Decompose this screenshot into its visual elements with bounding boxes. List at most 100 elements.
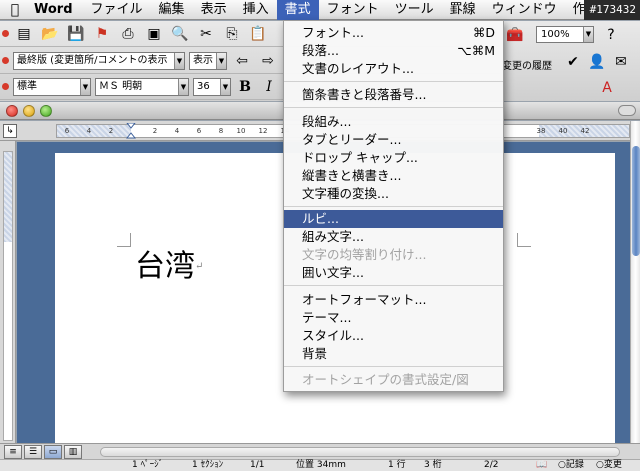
menu-window[interactable]: ウィンドウ bbox=[484, 0, 565, 20]
menu-item-style[interactable]: スタイル... bbox=[284, 327, 503, 345]
menu-item-paragraph[interactable]: 段落... ⌥⌘M bbox=[284, 42, 503, 60]
menu-item-ruby[interactable]: ルビ... bbox=[284, 210, 503, 228]
toolbar-right-section: 🧰 100% ▼ ? 変更の履歴 ✔ 👤 ✉ A bbox=[500, 21, 640, 101]
menu-item-font[interactable]: フォント... ⌘D bbox=[284, 24, 503, 42]
cut-icon[interactable]: ✂ bbox=[194, 23, 218, 45]
menu-item-combine-characters[interactable]: 組み文字... bbox=[284, 228, 503, 246]
track-changes-history-label[interactable]: 変更の履歴 bbox=[502, 57, 552, 72]
copy-icon[interactable]: ⎘ bbox=[220, 23, 244, 45]
chevron-down-icon: ▼ bbox=[80, 78, 90, 95]
help-icon[interactable]: ? bbox=[599, 24, 623, 46]
toolbar-grip[interactable] bbox=[1, 23, 9, 45]
font-combo[interactable]: ＭＳ 明朝 ▼ bbox=[95, 77, 189, 96]
menu-item-autoformat[interactable]: オートフォーマット... bbox=[284, 291, 503, 309]
bold-button[interactable]: B bbox=[234, 77, 256, 97]
menu-item-document-layout[interactable]: 文書のレイアウト... bbox=[284, 60, 503, 78]
menu-item-text-direction[interactable]: 縦書きと横書き... bbox=[284, 167, 503, 185]
spellcheck-book-icon[interactable]: 📖 bbox=[536, 460, 547, 471]
menu-item-label: フォント... bbox=[302, 25, 364, 40]
ruler-label: 8 bbox=[218, 127, 224, 135]
save-icon[interactable]: 💾 bbox=[64, 23, 88, 45]
menu-item-distribute-text: 文字の均等割り付け... bbox=[302, 247, 427, 262]
menu-item-tabs-leaders[interactable]: タブとリーダー... bbox=[284, 131, 503, 149]
toolbar-grip[interactable] bbox=[1, 50, 9, 72]
tab-selector-icon[interactable]: ↳ bbox=[3, 124, 17, 138]
toolbox-icon[interactable]: 🧰 bbox=[503, 24, 527, 46]
menu-format[interactable]: 書式 bbox=[276, 0, 319, 20]
vertical-ruler[interactable] bbox=[0, 141, 16, 443]
italic-button[interactable]: I bbox=[258, 77, 280, 97]
menu-item-enclose-characters[interactable]: 囲い文字... bbox=[284, 264, 503, 282]
send-icon[interactable]: ✉ bbox=[609, 51, 633, 73]
status-page-of: 1/1 bbox=[250, 460, 265, 470]
close-window-button[interactable] bbox=[6, 105, 18, 117]
menu-item-label: 段落... bbox=[302, 43, 339, 58]
menu-separator bbox=[284, 81, 503, 82]
paste-icon[interactable]: 📋 bbox=[246, 23, 270, 45]
vertical-scrollbar-thumb[interactable] bbox=[632, 146, 640, 256]
search-icon[interactable]: 🔍 bbox=[168, 23, 192, 45]
flag-icon[interactable]: ⚑ bbox=[90, 23, 114, 45]
toolbar-grip[interactable] bbox=[1, 76, 9, 98]
status-section: 1 ｾｸｼｮﾝ bbox=[192, 460, 224, 470]
ruler-label: 2 bbox=[108, 127, 114, 135]
font-color-icon[interactable]: A bbox=[595, 77, 619, 99]
ruler-label: 10 bbox=[236, 127, 246, 135]
indent-marker-icon[interactable] bbox=[126, 123, 136, 139]
horizontal-scrollbar[interactable] bbox=[100, 447, 620, 457]
reviewer-icon[interactable]: 👤 bbox=[585, 51, 609, 73]
menu-item-shortcut: ⌥⌘M bbox=[457, 43, 495, 58]
vertical-scrollbar[interactable] bbox=[630, 121, 640, 443]
page-layout-view-button[interactable]: ▭ bbox=[44, 445, 62, 459]
previous-change-icon[interactable]: ⇦ bbox=[230, 50, 254, 72]
menu-item-shortcut: ⌘D bbox=[472, 25, 495, 40]
zoom-combo[interactable]: 100% ▼ bbox=[536, 26, 594, 43]
font-size-combo[interactable]: 36 ▼ bbox=[193, 77, 231, 96]
track-changes-status[interactable]: ○変更 bbox=[596, 460, 622, 471]
document-text[interactable]: 台湾↵ bbox=[135, 249, 203, 285]
app-menu[interactable]: Word bbox=[30, 2, 83, 17]
menu-tools[interactable]: ツール bbox=[387, 0, 442, 20]
crop-mark-top-left bbox=[117, 233, 131, 247]
review-display-combo[interactable]: 最終版 (変更箇所/コメントの表示 ▼ bbox=[13, 51, 185, 70]
menu-view[interactable]: 表示 bbox=[193, 0, 235, 20]
ruler-label: 12 bbox=[258, 127, 268, 135]
zoom-window-button[interactable] bbox=[40, 105, 52, 117]
chevron-down-icon: ▼ bbox=[216, 52, 226, 69]
document-body-text[interactable]: 台湾 bbox=[135, 249, 195, 284]
menu-item-format-autoshape: オートシェイプの書式設定/図 bbox=[302, 372, 469, 387]
print-icon[interactable]: ⎙ bbox=[116, 23, 140, 45]
outline-view-button[interactable]: ☰ bbox=[24, 445, 42, 459]
ruler-label: 2 bbox=[152, 127, 158, 135]
record-macro-status[interactable]: ○記録 bbox=[558, 460, 584, 471]
toolbar-toggle-button[interactable] bbox=[618, 105, 636, 116]
open-folder-icon[interactable]: 📂 bbox=[38, 23, 62, 45]
menu-item-change-case[interactable]: 文字種の変換... bbox=[284, 185, 503, 203]
menu-item-bullets-numbering[interactable]: 箇条書きと段落番号... bbox=[284, 86, 503, 104]
menu-font[interactable]: フォント bbox=[319, 0, 387, 20]
menu-item-background[interactable]: 背景 bbox=[284, 345, 503, 363]
accept-change-icon[interactable]: ✔ bbox=[561, 51, 585, 73]
show-combo-value: 表示 bbox=[193, 54, 213, 66]
menu-bar:  Word ファイル 編集 表示 挿入 書式 フォント ツール 罫線 ウィンド… bbox=[0, 0, 640, 20]
new-document-icon[interactable]: ▤ bbox=[12, 23, 36, 45]
overlay-id-label: #173432 bbox=[583, 0, 640, 20]
minimize-window-button[interactable] bbox=[23, 105, 35, 117]
menu-item-drop-cap[interactable]: ドロップ キャップ... bbox=[284, 149, 503, 167]
menu-edit[interactable]: 編集 bbox=[151, 0, 193, 20]
apple-menu-icon[interactable]:  bbox=[0, 2, 30, 18]
menu-insert[interactable]: 挿入 bbox=[235, 0, 277, 20]
ruler-label: 6 bbox=[196, 127, 202, 135]
menu-file[interactable]: ファイル bbox=[83, 0, 151, 20]
menu-item-columns[interactable]: 段組み... bbox=[284, 113, 503, 131]
chevron-down-icon: ▼ bbox=[174, 52, 184, 69]
print-preview-icon[interactable]: ▣ bbox=[142, 23, 166, 45]
status-page: 1 ﾍﾟｰｼﾞ bbox=[132, 460, 164, 470]
notebook-view-button[interactable]: ▥ bbox=[64, 445, 82, 459]
menu-table[interactable]: 罫線 bbox=[442, 0, 484, 20]
menu-item-theme[interactable]: テーマ... bbox=[284, 309, 503, 327]
next-change-icon[interactable]: ⇨ bbox=[256, 50, 280, 72]
style-combo[interactable]: 標準 ▼ bbox=[13, 77, 91, 96]
show-combo[interactable]: 表示 ▼ bbox=[189, 51, 227, 70]
normal-view-button[interactable]: ≡ bbox=[4, 445, 22, 459]
